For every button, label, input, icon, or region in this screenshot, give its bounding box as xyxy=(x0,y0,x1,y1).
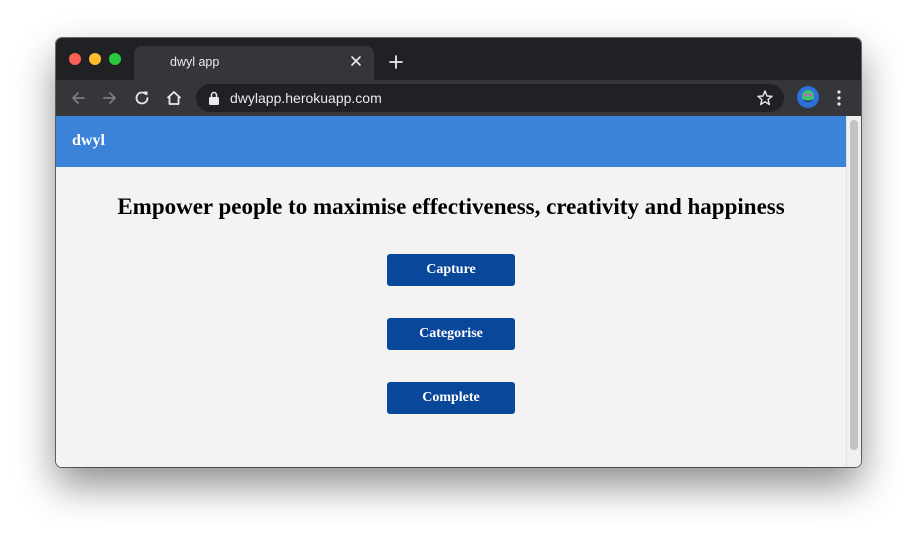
browser-window: dwyl app dwylapp.herokuapp.com dwyl Empo… xyxy=(56,38,861,467)
minimize-window-button[interactable] xyxy=(89,53,101,65)
lock-icon xyxy=(209,91,219,105)
close-window-button[interactable] xyxy=(69,53,81,65)
capture-button[interactable]: Capture xyxy=(387,254,515,286)
new-tab-icon[interactable] xyxy=(386,52,406,72)
scrollbar-thumb[interactable] xyxy=(850,120,858,450)
categorise-button[interactable]: Categorise xyxy=(387,318,515,350)
vertical-scrollbar[interactable] xyxy=(846,116,861,467)
url-text: dwylapp.herokuapp.com xyxy=(230,90,382,106)
page-viewport: dwyl Empower people to maximise effectiv… xyxy=(56,116,861,467)
home-icon[interactable] xyxy=(164,88,184,108)
maximize-window-button[interactable] xyxy=(109,53,121,65)
browser-toolbar: dwylapp.herokuapp.com xyxy=(56,80,861,116)
page-headline: Empower people to maximise effectiveness… xyxy=(117,194,785,219)
close-icon[interactable] xyxy=(348,53,364,69)
site-navbar: dwyl xyxy=(56,116,846,167)
avatar-icon xyxy=(797,86,819,108)
reload-icon[interactable] xyxy=(132,88,152,108)
tab-title: dwyl app xyxy=(170,55,220,69)
back-icon[interactable] xyxy=(68,88,88,108)
forward-icon[interactable] xyxy=(100,88,120,108)
address-bar[interactable]: dwylapp.herokuapp.com xyxy=(196,84,784,112)
profile-avatar[interactable] xyxy=(797,86,819,108)
tab-dwyl-app[interactable]: dwyl app xyxy=(134,46,374,80)
bookmark-star-icon[interactable] xyxy=(756,89,774,107)
tab-strip: dwyl app xyxy=(56,38,861,80)
menu-icon[interactable] xyxy=(832,88,846,108)
complete-button[interactable]: Complete xyxy=(387,382,515,414)
brand-link[interactable]: dwyl xyxy=(72,132,105,150)
